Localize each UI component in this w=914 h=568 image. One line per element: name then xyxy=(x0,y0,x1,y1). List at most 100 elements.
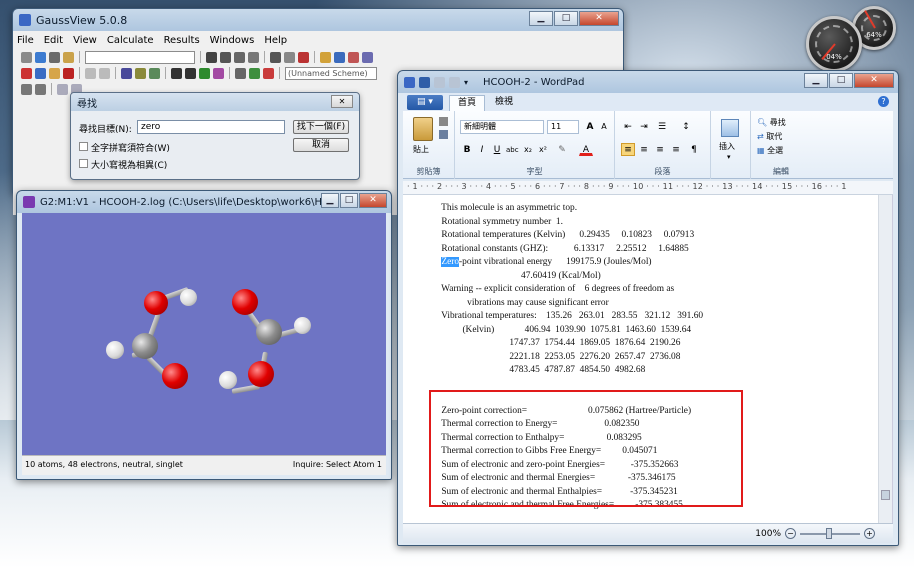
oxygen-atom[interactable] xyxy=(248,361,274,387)
molecule-maximize-button[interactable]: □ xyxy=(340,193,358,208)
hydrogen-atom[interactable] xyxy=(180,289,197,306)
justify-button[interactable]: ≡ xyxy=(669,143,683,156)
inquire-icon[interactable] xyxy=(248,51,259,63)
delete-icon[interactable] xyxy=(63,67,74,79)
undo-icon[interactable] xyxy=(85,67,96,79)
clean-icon[interactable] xyxy=(362,51,373,63)
find-cancel-button[interactable]: 取消 xyxy=(293,138,349,152)
add-valence-icon[interactable] xyxy=(270,51,281,63)
align-center-button[interactable]: ≡ xyxy=(637,143,651,156)
maximize-button[interactable]: □ xyxy=(554,11,578,26)
find-button[interactable]: 🔍︎ 尋找 xyxy=(757,117,786,128)
bold-button[interactable]: B xyxy=(460,143,474,156)
molecule-close-button[interactable]: ✕ xyxy=(359,193,387,208)
menu-help[interactable]: Help xyxy=(264,35,287,46)
decrease-indent-button[interactable]: ⇤ xyxy=(621,120,635,133)
text-color-button[interactable]: A xyxy=(579,143,593,156)
align-left-button[interactable]: ≡ xyxy=(621,143,635,156)
delete-atom-icon[interactable] xyxy=(284,51,295,63)
subscript-button[interactable]: x₂ xyxy=(521,143,535,156)
tab-view[interactable]: 檢視 xyxy=(487,95,521,111)
underline-button[interactable]: U xyxy=(490,143,504,156)
fragment-combo[interactable] xyxy=(85,50,195,64)
wordpad-close-button[interactable]: ✕ xyxy=(854,73,894,88)
open-file-icon[interactable] xyxy=(320,51,331,63)
cut-icon[interactable] xyxy=(439,117,448,126)
superscript-button[interactable]: x² xyxy=(536,143,550,156)
file-menu-button[interactable]: ▤ ▾ xyxy=(407,95,443,110)
red-atom-icon[interactable] xyxy=(263,67,274,79)
redo-icon[interactable] xyxy=(99,67,110,79)
zoom-slider[interactable] xyxy=(800,527,860,539)
scheme-combo[interactable]: (Unnamed Scheme) xyxy=(285,66,377,80)
display-format-icon[interactable] xyxy=(213,67,224,79)
copy-icon[interactable] xyxy=(35,67,46,79)
zoom-in-button[interactable]: + xyxy=(864,528,875,539)
qat-save-icon[interactable] xyxy=(419,76,430,88)
text-a-icon[interactable] xyxy=(171,67,182,79)
oxygen-atom[interactable] xyxy=(162,363,188,389)
paste-icon[interactable] xyxy=(49,67,60,79)
green-atom-icon[interactable] xyxy=(249,67,260,79)
font-size-select[interactable]: 11 xyxy=(547,120,579,134)
zoom-icon[interactable] xyxy=(149,67,160,79)
wordpad-minimize-button[interactable]: ▁ xyxy=(804,73,828,88)
shrink-font-button[interactable]: A xyxy=(597,120,611,133)
carbon-atom[interactable] xyxy=(132,333,158,359)
menu-edit[interactable]: Edit xyxy=(44,35,63,46)
increase-indent-button[interactable]: ⇥ xyxy=(637,120,651,133)
save-file-icon[interactable] xyxy=(334,51,345,63)
menu-file[interactable]: File xyxy=(17,35,34,46)
translate-icon[interactable] xyxy=(135,67,146,79)
cut-icon[interactable] xyxy=(21,67,32,79)
select-all-button[interactable]: ▦ 全選 xyxy=(757,145,783,156)
insert-button[interactable]: 插入 xyxy=(719,141,735,152)
find-next-button[interactable]: 找下一個(F) xyxy=(293,120,349,134)
builder-icon[interactable] xyxy=(21,51,32,63)
symmetry-icon[interactable] xyxy=(298,51,309,63)
zoom-slider-knob[interactable] xyxy=(826,527,832,539)
modify-angle-icon[interactable] xyxy=(220,51,231,63)
find-target-input[interactable]: zero xyxy=(137,120,285,134)
scrollbar-thumb[interactable] xyxy=(881,490,890,500)
windows-tile-icon[interactable] xyxy=(21,83,32,95)
list-button[interactable]: ☰ xyxy=(655,120,669,133)
align-right-button[interactable]: ≡ xyxy=(653,143,667,156)
menu-calculate[interactable]: Calculate xyxy=(107,35,154,46)
insert-dropdown-icon[interactable]: ▾ xyxy=(727,153,731,161)
font-family-select[interactable]: 新細明體 xyxy=(460,120,544,134)
windows-grid-icon[interactable] xyxy=(35,83,46,95)
whole-word-checkbox[interactable] xyxy=(79,142,88,151)
hydrogen-atom[interactable] xyxy=(219,371,237,389)
document-area[interactable]: This molecule is an asymmetric top. Rota… xyxy=(403,195,893,523)
hydrogen-atom[interactable] xyxy=(106,341,124,359)
back-icon[interactable] xyxy=(57,83,68,95)
minimize-button[interactable]: ▁ xyxy=(529,11,553,26)
label-icon[interactable] xyxy=(199,67,210,79)
rings-icon[interactable] xyxy=(235,67,246,79)
modify-bond-icon[interactable] xyxy=(206,51,217,63)
qat-redo-icon[interactable] xyxy=(449,76,460,88)
vertical-scrollbar[interactable] xyxy=(878,195,892,523)
insert-picture-icon[interactable] xyxy=(721,119,739,137)
rgroup-fragment-icon[interactable] xyxy=(49,51,60,63)
find-dialog-titlebar[interactable]: 尋找 xyxy=(71,93,359,111)
biological-fragment-icon[interactable] xyxy=(63,51,74,63)
line-spacing-button[interactable]: ↕ xyxy=(679,120,693,133)
molecule-canvas[interactable] xyxy=(22,213,386,455)
modify-dihedral-icon[interactable] xyxy=(234,51,245,63)
molecule-minimize-button[interactable]: ▁ xyxy=(321,193,339,208)
cpu-meter-gadget[interactable]: 64% 04% xyxy=(806,6,912,72)
menu-windows[interactable]: Windows xyxy=(210,35,255,46)
paste-label[interactable]: 貼上 xyxy=(413,144,429,155)
hydrogen-atom[interactable] xyxy=(294,317,311,334)
grow-font-button[interactable]: A xyxy=(583,120,597,133)
zoom-out-button[interactable]: − xyxy=(785,528,796,539)
qat-customize-icon[interactable]: ▾ xyxy=(464,77,475,88)
ring-fragment-icon[interactable] xyxy=(35,51,46,63)
paragraph-settings-button[interactable]: ¶ xyxy=(687,143,701,156)
carbon-atom[interactable] xyxy=(256,319,282,345)
menu-view[interactable]: View xyxy=(73,35,97,46)
copy-icon[interactable] xyxy=(439,130,448,139)
highlight-color-button[interactable]: ✎ xyxy=(555,143,569,156)
